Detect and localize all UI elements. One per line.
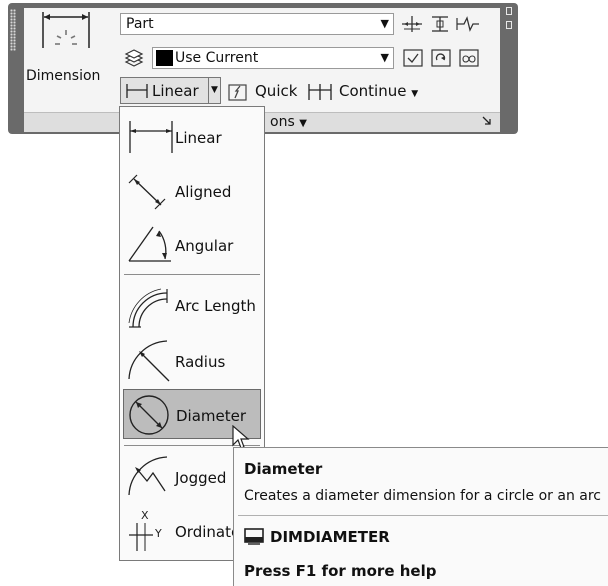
menu-item-label: Radius [175,353,226,371]
menu-item-angular[interactable]: Angular [123,219,261,269]
angular-dim-icon [128,226,171,262]
panel-grip[interactable] [10,9,16,51]
jogged-icon [128,456,168,496]
ordinate-icon: X Y [129,509,162,551]
diameter-icon [129,395,169,435]
dim-layer-value: Use Current [175,50,259,66]
linear-dim-icon [126,84,148,98]
svg-text:Y: Y [154,527,162,540]
quick-dim-icon[interactable] [226,82,250,102]
aligned-dim-icon [128,174,166,210]
menu-item-linear[interactable]: Linear [123,111,261,161]
linear-dim-icon [129,121,173,153]
update-icon[interactable] [430,48,452,68]
panel-launcher-icon[interactable] [482,116,491,128]
jogged-linear-icon[interactable] [455,14,481,34]
tooltip-title: Diameter [244,460,323,478]
layers-icon[interactable] [123,48,145,68]
linear-split-label: Linear [152,82,199,100]
panel-side-tools[interactable] [502,7,516,47]
tolerance-icon[interactable] [400,14,424,34]
layer-color-swatch [156,50,173,66]
tooltip-description: Creates a diameter dimension for a circl… [244,488,601,504]
dim-style-value: Part [126,16,154,32]
menu-item-label: Angular [175,237,234,255]
inspect-icon[interactable] [402,48,424,68]
chevron-down-icon[interactable]: ▼ [381,48,389,68]
menu-item-label: Arc Length [175,297,256,315]
dimension-button-label: Dimension [26,68,101,84]
menu-separator [124,274,260,275]
menu-item-arc-length[interactable]: Arc Length [123,281,261,331]
dimension-icon [42,12,90,48]
menu-item-label: Aligned [175,183,232,201]
center-mark-icon[interactable] [428,14,452,34]
chevron-down-icon[interactable]: ▼ [208,78,220,103]
menu-item-radius[interactable]: Radius [123,335,261,385]
tooltip-command: DIMDIAMETER [270,528,390,546]
command-tooltip: Diameter Creates a diameter dimension fo… [233,447,608,586]
menu-item-label: Jogged [175,469,227,487]
quick-dim-button[interactable]: Quick [255,82,297,100]
arc-length-icon [128,288,168,328]
command-line-icon [244,528,264,545]
svg-text:X: X [141,509,149,522]
dimension-button[interactable]: Dimension [20,6,110,104]
dim-layer-combo[interactable]: Use Current ▼ [152,47,394,69]
menu-item-label: Diameter [176,407,247,425]
menu-item-label: Ordinate [175,523,241,541]
menu-item-aligned[interactable]: Aligned [123,165,261,215]
chevron-down-icon[interactable]: ▼ [381,14,389,34]
menu-item-label: Linear [175,129,222,147]
radius-icon [128,340,170,382]
dim-style-combo[interactable]: Part ▼ [120,13,394,35]
panel-title[interactable]: ons ▼ [270,114,307,130]
continue-dim-icon[interactable] [307,82,333,102]
linear-split-button[interactable]: Linear ▼ [120,77,221,104]
dim-space-icon[interactable] [458,48,480,68]
continue-dim-button[interactable]: Continue ▼ [339,82,418,100]
tooltip-help: Press F1 for more help [244,562,437,580]
tooltip-separator [238,515,608,516]
